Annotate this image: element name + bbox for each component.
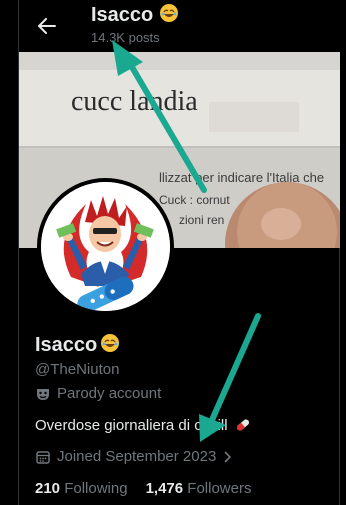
right-edge [340,0,346,505]
calendar-icon [36,450,50,464]
parody-label: Parody account [35,385,161,402]
profile-name: Isacco [35,333,120,357]
rofl-emoji-icon [159,4,179,26]
followers-label: Followers [187,480,252,497]
bio-text: Overdose giornaliera di ckpill [35,416,228,434]
chevron-right-icon [224,450,232,463]
profile-name-text: Isacco [35,333,98,356]
theater-mask-icon [37,388,49,400]
followers-count: 1,476 [145,480,184,497]
back-button[interactable] [33,12,61,40]
parody-label-text: Parody account [57,385,162,402]
joined-date[interactable]: Joined September 2023 [35,448,232,465]
header-post-count: 14.3K posts [91,30,160,45]
profile-bio: Overdose giornaliera di ckpill [35,416,252,434]
pill-icon [236,419,249,431]
joined-date-text: Joined September 2023 [57,448,217,465]
profile-column: Isacco 14.3K posts cucc landia llizzat p… [18,0,341,505]
arrow-left-icon [38,18,56,34]
avatar[interactable] [37,178,174,315]
following-label: Following [64,480,128,497]
banner-title: cucc landia [71,86,198,117]
avatar-cartoon-icon [41,182,170,311]
profile-handle: @TheNiuton [35,361,120,378]
left-edge [0,0,18,505]
banner-line-3: zioni ren [179,213,224,227]
header-name-text: Isacco [91,4,154,26]
banner-line-2: Cuck : cornut [159,193,230,207]
rofl-emoji-icon [100,333,120,357]
follow-stats: 210 Following 1,476 Followers [35,480,251,497]
following-link[interactable]: 210 Following [35,480,128,497]
header-name: Isacco [91,3,179,27]
profile-header: Isacco 14.3K posts [19,0,341,52]
following-count: 210 [35,480,61,497]
banner-line-1: llizzat per indicare l'Italia che [159,170,324,185]
followers-link[interactable]: 1,476 Followers [146,480,252,497]
